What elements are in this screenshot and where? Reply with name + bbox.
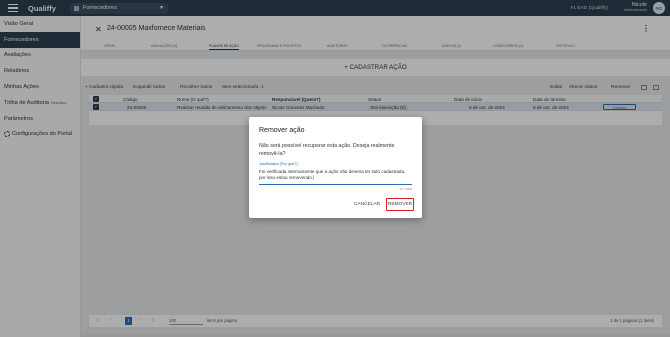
justificativa-label: Justificativa (Por quê?) — [259, 162, 298, 166]
remove-button[interactable]: REMOVER — [386, 198, 414, 211]
justificativa-field[interactable]: Foi verificada internamente que a ação n… — [259, 169, 412, 185]
cancel-button[interactable]: CANCELAR — [354, 202, 380, 207]
dialog-title: Remover ação — [259, 127, 305, 134]
character-counter: 97 / 4000 — [399, 187, 412, 191]
dialog-message: Não será possível recuperar esta ação. D… — [259, 143, 395, 157]
remove-action-dialog: Remover ação Não será possível recuperar… — [249, 117, 422, 218]
